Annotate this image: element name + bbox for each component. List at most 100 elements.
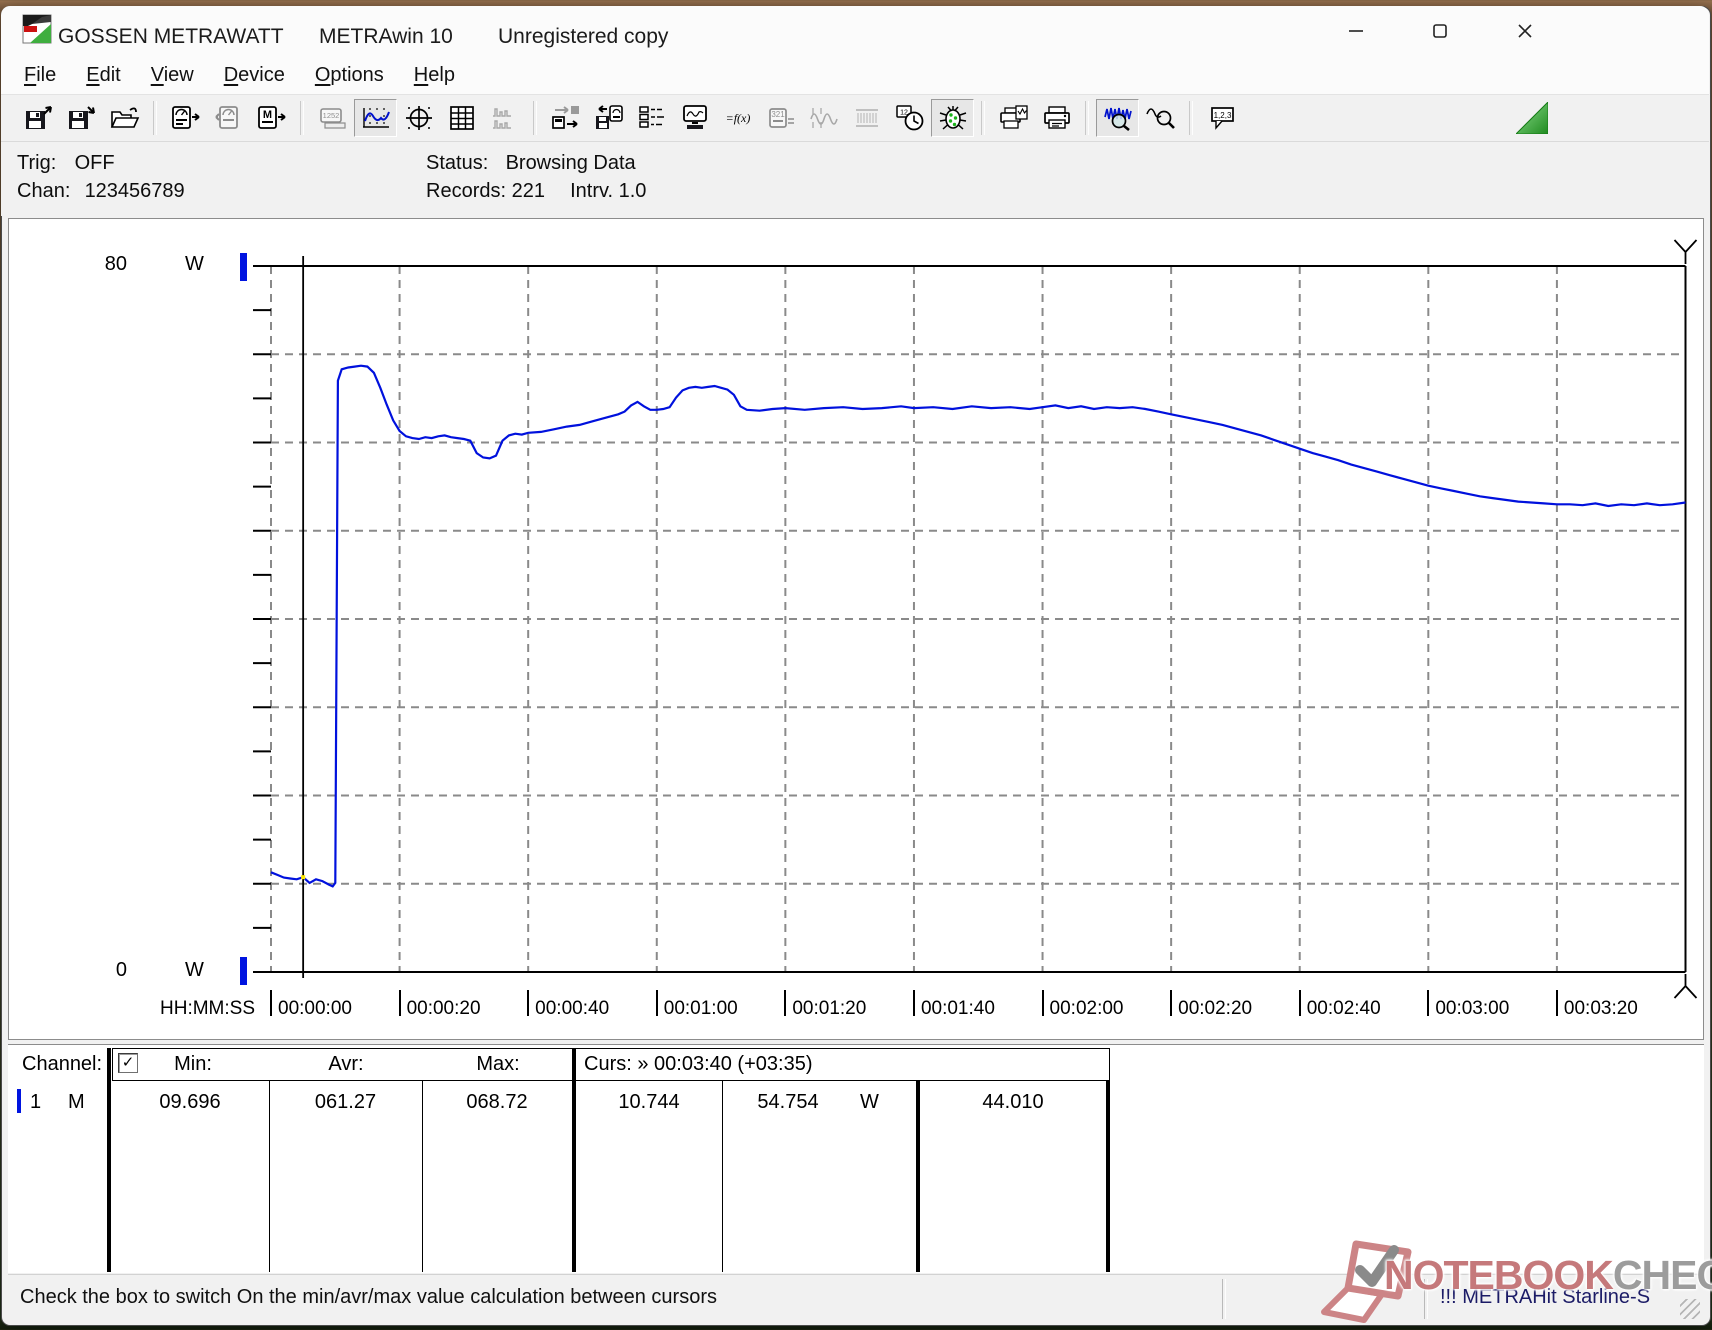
- x-tick: [1555, 990, 1558, 1016]
- close-icon: [1518, 24, 1532, 38]
- zoom-curves-button[interactable]: [1096, 99, 1139, 137]
- read-device-button[interactable]: [164, 99, 207, 137]
- read-device-alt-icon: [214, 106, 238, 129]
- app-icon: [22, 14, 52, 44]
- x-tick-label: 00:03:00: [1435, 998, 1510, 1019]
- menu-item-device[interactable]: Device: [209, 58, 300, 92]
- menu-item-help[interactable]: Help: [399, 58, 470, 92]
- svg-text:=f(x): =f(x): [725, 111, 750, 125]
- zoom-single-icon: [1145, 108, 1175, 129]
- table-view-button[interactable]: [440, 99, 483, 137]
- toolbar-separator: [533, 101, 537, 135]
- table-divider: [572, 1048, 576, 1272]
- cursor2-top-flag[interactable]: [1673, 239, 1698, 264]
- x-tick: [655, 990, 658, 1016]
- cursor1-sample-marker: [301, 875, 306, 880]
- toolbar-separator: [1189, 101, 1193, 135]
- y-axis-top-unit: W: [185, 253, 204, 275]
- menu-item-edit[interactable]: Edit: [71, 58, 135, 92]
- export-transfer-button[interactable]: [544, 99, 587, 137]
- histogram-view-icon: [492, 108, 511, 129]
- resize-triangle-icon[interactable]: [1514, 100, 1549, 139]
- crosshair-view-button[interactable]: [397, 99, 440, 137]
- svg-text:321: 321: [771, 110, 785, 119]
- status-label: Status:: [426, 152, 489, 174]
- print-preview-button[interactable]: [992, 99, 1035, 137]
- resize-grip[interactable]: [1680, 1299, 1700, 1319]
- channel-setup-button[interactable]: [630, 99, 673, 137]
- cell-min-value: 09.696: [159, 1091, 221, 1113]
- zoom-curves-icon: [1103, 107, 1132, 131]
- table-header-avr: Avr:: [328, 1053, 364, 1075]
- titlebar: GOSSEN METRAWATT METRAwin 10 Unregistere…: [1, 6, 1709, 56]
- formula-button[interactable]: =f(x): [716, 99, 759, 137]
- print-icon: [1043, 106, 1070, 129]
- cursor2-bottom-flag[interactable]: [1673, 974, 1698, 999]
- table-divider: [1106, 1081, 1110, 1272]
- time-clock-button[interactable]: 12: [888, 99, 931, 137]
- x-axis-format-label: HH:MM:SS: [160, 998, 255, 1019]
- x-tick: [912, 990, 915, 1016]
- print-button[interactable]: [1035, 99, 1078, 137]
- close-button[interactable]: [1502, 13, 1548, 49]
- x-tick-label: 00:01:00: [663, 998, 738, 1019]
- minimize-button[interactable]: [1333, 13, 1379, 49]
- interval-label: Intrv.: [570, 180, 614, 202]
- maximize-button[interactable]: [1417, 13, 1463, 49]
- device-config-icon: 321: [768, 108, 794, 128]
- minimize-icon: [1349, 30, 1363, 32]
- store-to-device-button[interactable]: [587, 99, 630, 137]
- channel1-range-marker-top[interactable]: [240, 253, 247, 281]
- statusbar: Check the box to switch On the min/avr/m…: [8, 1274, 1704, 1323]
- read-device-icon: [171, 106, 200, 129]
- x-tick: [1427, 990, 1430, 1016]
- save-file-button[interactable]: [17, 99, 60, 137]
- svg-text:1252: 1252: [322, 111, 339, 120]
- trig-value: OFF: [74, 152, 115, 174]
- zoom-single-button[interactable]: [1139, 99, 1182, 137]
- trigger-bug-button[interactable]: [931, 99, 974, 137]
- open-file-button[interactable]: [103, 99, 146, 137]
- toolbar: M 1252 =f(x) 321 12 1,2,3: [1, 94, 1709, 142]
- plot-area[interactable]: [9, 219, 1703, 1039]
- annotate-values-icon: 1,2,3: [1210, 107, 1234, 130]
- table-header-min: Min:: [174, 1053, 212, 1075]
- export-transfer-icon: [551, 106, 579, 129]
- desktop: { "window": { "vendor": "GOSSEN METRAWAT…: [0, 0, 1712, 1330]
- read-memory-icon: M: [257, 106, 286, 129]
- menu-item-view[interactable]: View: [136, 58, 209, 92]
- x-tick: [784, 990, 787, 1016]
- trig-label: Trig:: [17, 152, 57, 174]
- annotate-values-button[interactable]: 1,2,3: [1200, 99, 1243, 137]
- measurement-table: Channel: ✓ Min: Avr: Max: Curs: » 00:03:…: [8, 1044, 1704, 1273]
- power-trace: [270, 364, 1686, 888]
- save-file-icon: [25, 106, 52, 129]
- curve-view-button[interactable]: [354, 99, 397, 137]
- envelope-wave-icon: [855, 109, 878, 127]
- cell-channel-number: 1: [30, 1091, 42, 1113]
- toolbar-separator: [981, 101, 985, 135]
- x-tick: [1170, 990, 1173, 1016]
- menubar: File Edit View Device Options Help: [1, 56, 1709, 94]
- save-as-button[interactable]: [60, 99, 103, 137]
- license-status: Unregistered copy: [498, 25, 669, 48]
- read-memory-button[interactable]: M: [250, 99, 293, 137]
- x-tick: [1298, 990, 1301, 1016]
- chan-value: 123456789: [84, 180, 185, 202]
- trigger-bug-icon: [939, 106, 966, 130]
- table-divider: [107, 1048, 111, 1272]
- x-tick-label: 00:00:40: [535, 998, 610, 1019]
- menu-item-file[interactable]: File: [9, 58, 71, 92]
- rs232-list-icon: 1252: [319, 108, 346, 129]
- table-header-cursor: Curs: » 00:03:40 (+03:35): [584, 1053, 813, 1075]
- records-label: Records:: [426, 180, 507, 202]
- menu-item-options[interactable]: Options: [300, 58, 399, 92]
- chart-panel: 80 W 0 W HH:MM:SS 00:00:00 00:00:20 00:00:…: [8, 218, 1704, 1040]
- store-to-device-icon: [595, 105, 623, 129]
- toolbar-separator: [1085, 101, 1089, 135]
- monitor-view-button[interactable]: [673, 99, 716, 137]
- analog-wave-button: [802, 99, 845, 137]
- cell-delta-value: 44.010: [982, 1091, 1044, 1113]
- channel1-range-marker-bottom[interactable]: [240, 957, 247, 985]
- x-tick-label: 00:03:20: [1563, 998, 1638, 1019]
